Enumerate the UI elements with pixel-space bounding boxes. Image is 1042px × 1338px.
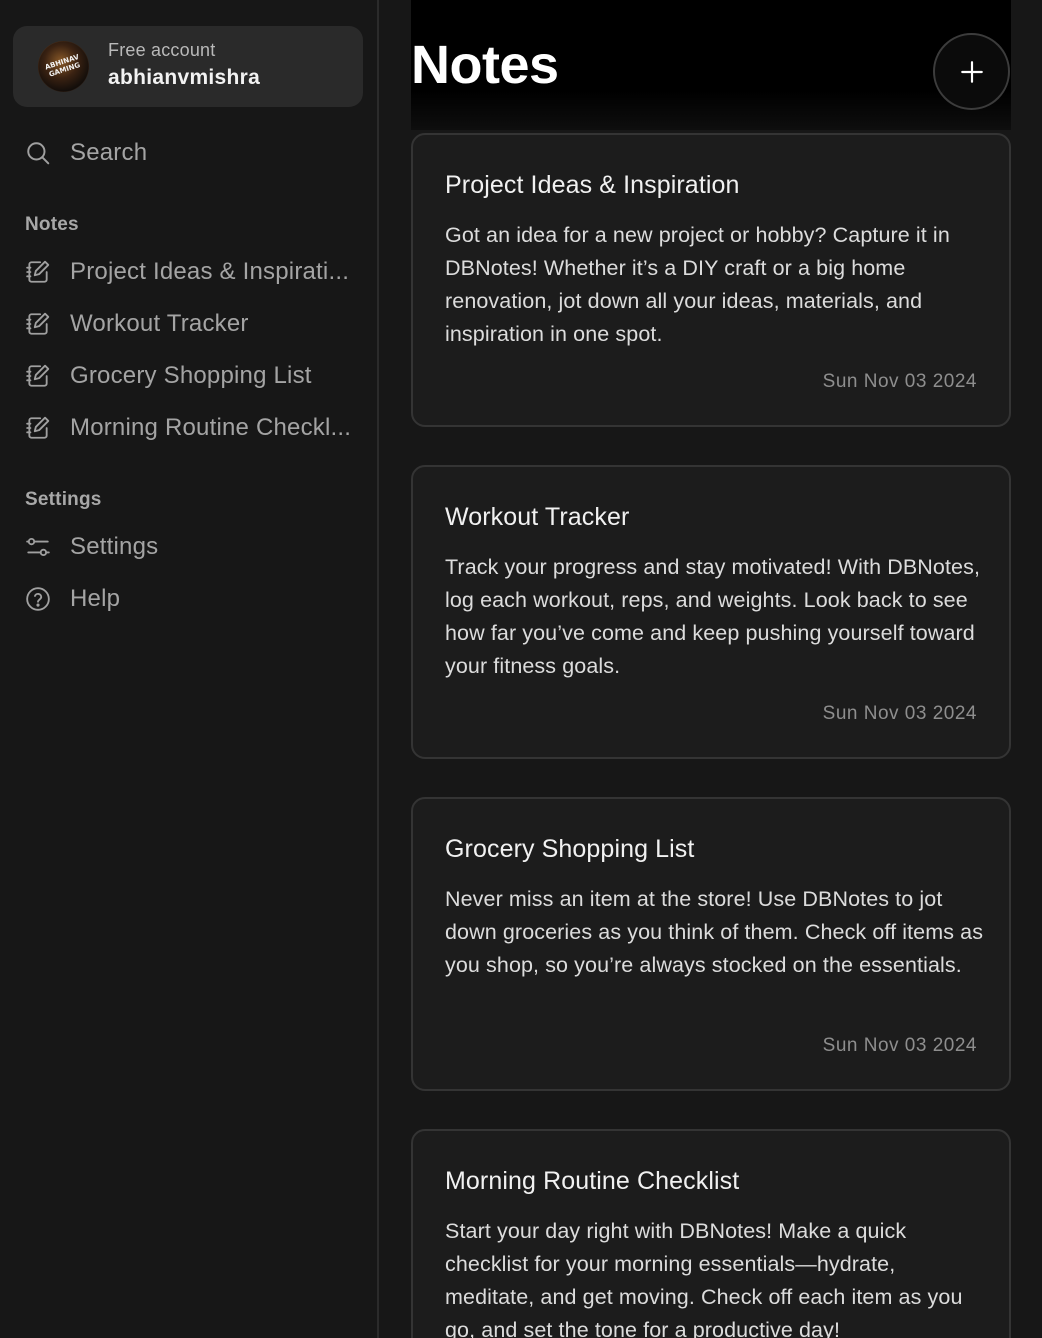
note-card[interactable]: Morning Routine Checklist Start your day… bbox=[411, 1129, 1011, 1338]
account-username: abhianvmishra bbox=[108, 66, 261, 89]
search-label: Search bbox=[70, 139, 148, 166]
settings-section-title: Settings bbox=[25, 489, 102, 510]
note-card-title: Morning Routine Checklist bbox=[445, 1167, 740, 1195]
avatar-logo-icon: ABHINAV GAMING bbox=[38, 41, 89, 92]
note-card-date: Sun Nov 03 2024 bbox=[822, 703, 977, 724]
avatar[interactable]: ABHINAV GAMING bbox=[38, 41, 89, 92]
note-card-body: Start your day right with DBNotes! Make … bbox=[445, 1219, 963, 1338]
sidebar-item-workout-tracker[interactable]: Workout Tracker bbox=[24, 304, 364, 344]
note-card-date: Sun Nov 03 2024 bbox=[822, 371, 977, 392]
sidebar-item-morning-routine[interactable]: Morning Routine Checkl... bbox=[24, 408, 364, 448]
search-icon bbox=[24, 140, 51, 167]
sidebar-item-label: Help bbox=[70, 585, 121, 612]
sliders-icon bbox=[24, 534, 51, 561]
note-card[interactable]: Project Ideas & Inspiration Got an idea … bbox=[411, 133, 1011, 427]
edit-note-icon bbox=[24, 363, 51, 390]
sidebar-item-label: Workout Tracker bbox=[70, 310, 249, 337]
note-card[interactable]: Workout Tracker Track your progress and … bbox=[411, 465, 1011, 759]
sidebar-item-project-ideas[interactable]: Project Ideas & Inspirati... bbox=[24, 252, 364, 292]
sidebar-item-label: Project Ideas & Inspirati... bbox=[70, 258, 350, 285]
search-button[interactable]: Search bbox=[24, 133, 364, 173]
note-card-body: Got an idea for a new project or hobby? … bbox=[445, 223, 950, 346]
note-card-body: Track your progress and stay motivated! … bbox=[445, 555, 981, 678]
sidebar-item-label: Grocery Shopping List bbox=[70, 362, 312, 389]
note-card-title: Workout Tracker bbox=[445, 503, 630, 531]
edit-note-icon bbox=[24, 415, 51, 442]
sidebar-item-help[interactable]: Help bbox=[24, 579, 364, 619]
app-window: ABHINAV GAMING Free account abhianvmishr… bbox=[0, 0, 1042, 1338]
notes-section-title: Notes bbox=[25, 214, 79, 235]
note-card-title: Project Ideas & Inspiration bbox=[445, 171, 740, 199]
account-plan: Free account bbox=[108, 40, 216, 60]
note-card-title: Grocery Shopping List bbox=[445, 835, 695, 863]
account-card[interactable]: ABHINAV GAMING Free account abhianvmishr… bbox=[13, 26, 363, 107]
sidebar-item-label: Morning Routine Checkl... bbox=[70, 414, 352, 441]
note-card[interactable]: Grocery Shopping List Never miss an item… bbox=[411, 797, 1011, 1091]
note-card-date: Sun Nov 03 2024 bbox=[822, 1035, 977, 1056]
sidebar-item-label: Settings bbox=[70, 533, 159, 560]
page-title: Notes bbox=[411, 35, 559, 95]
help-circle-icon bbox=[24, 586, 51, 613]
main-content: Notes Project Ideas & Inspiration Got an… bbox=[379, 0, 1042, 1338]
sidebar: ABHINAV GAMING Free account abhianvmishr… bbox=[0, 0, 377, 1338]
edit-note-icon bbox=[24, 311, 51, 338]
note-card-body: Never miss an item at the store! Use DBN… bbox=[445, 887, 984, 977]
sidebar-item-settings[interactable]: Settings bbox=[24, 527, 364, 567]
add-note-button[interactable] bbox=[933, 33, 1010, 110]
edit-note-icon bbox=[24, 259, 51, 286]
plus-icon bbox=[960, 60, 983, 83]
sidebar-item-grocery-list[interactable]: Grocery Shopping List bbox=[24, 356, 364, 396]
